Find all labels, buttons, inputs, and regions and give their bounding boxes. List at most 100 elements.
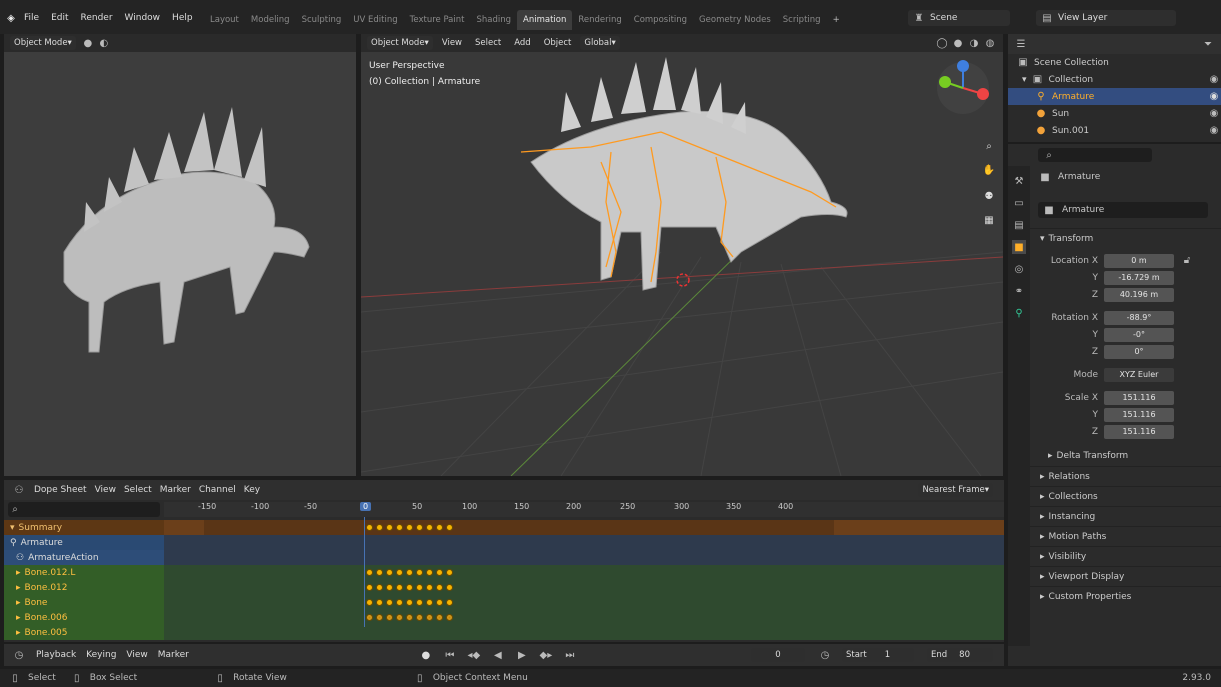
keyframe[interactable] [386, 584, 393, 591]
menu-view[interactable]: View [438, 36, 466, 50]
jump-end-icon[interactable]: ⏭ [563, 648, 577, 662]
keyframe[interactable] [446, 614, 453, 621]
channel-action[interactable]: ⚇ ArmatureAction [4, 550, 1004, 565]
keyframe[interactable] [376, 614, 383, 621]
collapsed-arrow-icon[interactable]: ▸ [16, 598, 21, 608]
rotation-y-field[interactable]: -0° [1104, 327, 1174, 342]
shading-wireframe-icon[interactable]: ◯ [935, 36, 949, 50]
keyframe[interactable] [366, 569, 373, 576]
jump-start-icon[interactable]: ⏮ [443, 648, 457, 662]
collapsed-arrow-icon[interactable]: ▸ [16, 613, 21, 623]
lock-icon[interactable]: 🔓︎ [1180, 254, 1194, 268]
ortho-toggle-icon[interactable]: ▦ [981, 212, 997, 228]
current-frame-indicator[interactable]: 0 [360, 502, 372, 511]
section-collections[interactable]: ▸ Collections [1030, 486, 1221, 506]
keyframe[interactable] [416, 614, 423, 621]
render-tab-icon[interactable]: ▭ [1012, 196, 1026, 210]
section-custom-properties[interactable]: ▸ Custom Properties [1030, 586, 1221, 606]
outliner-scene-collection[interactable]: ▣ Scene Collection [1008, 54, 1221, 71]
tab-scripting[interactable]: Scripting [777, 10, 827, 30]
tab-uv-editing[interactable]: UV Editing [347, 10, 403, 30]
tab-layout[interactable]: Layout [204, 10, 245, 30]
keyframe[interactable] [366, 584, 373, 591]
main-viewport[interactable]: Object Mode ▾ View Select Add Object Glo… [361, 34, 1003, 476]
output-tab-icon[interactable]: ▤ [1012, 218, 1026, 232]
menu-render[interactable]: Render [75, 8, 119, 28]
keyframe[interactable] [406, 584, 413, 591]
keyframe[interactable] [416, 524, 423, 531]
shading-material-icon[interactable]: ◑ [967, 36, 981, 50]
collapsed-arrow-icon[interactable]: ▸ [1048, 451, 1053, 461]
keyframe-block[interactable] [366, 520, 458, 621]
location-z-field[interactable]: 40.196 m [1104, 287, 1174, 302]
keyframe[interactable] [366, 614, 373, 621]
channel-bone-006[interactable]: ▸ Bone.006 [4, 610, 1004, 625]
section-visibility[interactable]: ▸ Visibility [1030, 546, 1221, 566]
keyframe[interactable] [386, 524, 393, 531]
properties-search[interactable]: ⌕ [1038, 148, 1152, 162]
rotation-mode-dropdown[interactable]: XYZ Euler [1104, 367, 1174, 382]
tab-geometry-nodes[interactable]: Geometry Nodes [693, 10, 777, 30]
tab-compositing[interactable]: Compositing [628, 10, 693, 30]
end-frame-field[interactable]: End 80 [927, 648, 993, 662]
rotation-z-field[interactable]: 0° [1104, 344, 1174, 359]
keyframe[interactable] [406, 569, 413, 576]
tl-menu-playback[interactable]: Playback [36, 650, 76, 660]
tab-sculpting[interactable]: Sculpting [296, 10, 348, 30]
keyframe[interactable] [366, 599, 373, 606]
play-reverse-icon[interactable]: ◀ [491, 648, 505, 662]
keyframe[interactable] [426, 599, 433, 606]
tab-shading[interactable]: Shading [470, 10, 517, 30]
collapsed-arrow-icon[interactable]: ▸ [1040, 512, 1045, 522]
left-overlay-icon[interactable]: ◐ [97, 36, 111, 50]
collapsed-arrow-icon[interactable]: ▸ [1040, 532, 1045, 542]
keyframe[interactable] [416, 584, 423, 591]
snap-mode-dropdown[interactable]: Nearest Frame ▾ [918, 483, 993, 497]
tl-menu-keying[interactable]: Keying [86, 650, 116, 660]
pan-hand-icon[interactable]: ✋ [981, 162, 997, 178]
rotation-x-field[interactable]: -88.9° [1104, 310, 1174, 325]
menu-file[interactable]: File [18, 8, 45, 28]
collapsed-arrow-icon[interactable]: ▸ [16, 568, 21, 578]
ds-menu-channel[interactable]: Channel [199, 485, 236, 495]
channel-bone-012[interactable]: ▸ Bone.012 [4, 580, 1004, 595]
frame-ruler[interactable]: -150 -100 -50 0 50 100 150 200 250 300 3… [164, 502, 1004, 517]
ds-menu-marker[interactable]: Marker [160, 485, 191, 495]
keyframe[interactable] [386, 569, 393, 576]
scale-x-field[interactable]: 151.116 [1104, 390, 1174, 405]
add-workspace-icon[interactable]: + [827, 10, 846, 30]
keyframe[interactable] [376, 584, 383, 591]
tool-tab-icon[interactable]: ⚒ [1012, 174, 1026, 188]
collapsed-arrow-icon[interactable]: ▸ [1040, 472, 1045, 482]
keyframe[interactable] [426, 569, 433, 576]
keyframe[interactable] [416, 569, 423, 576]
editor-type-icon[interactable]: ⚇ [12, 483, 26, 497]
shading-solid-icon[interactable]: ● [951, 36, 965, 50]
section-instancing[interactable]: ▸ Instancing [1030, 506, 1221, 526]
filter-icon[interactable]: ⏷ [1201, 37, 1215, 51]
keyframe[interactable] [436, 599, 443, 606]
summary-keyframes[interactable] [204, 520, 834, 535]
menu-object[interactable]: Object [540, 36, 576, 50]
keyframe[interactable] [396, 524, 403, 531]
editor-mode-dropdown[interactable]: Dope Sheet [34, 485, 87, 495]
section-viewport-display[interactable]: ▸ Viewport Display [1030, 566, 1221, 586]
blender-logo-icon[interactable]: ◈ [4, 11, 18, 25]
outliner-item-sun-001[interactable]: ● Sun.001 ◉ [1008, 122, 1221, 139]
menu-window[interactable]: Window [119, 8, 167, 28]
left-mode-selector[interactable]: Object Mode ▾ [10, 36, 76, 50]
keyframe[interactable] [436, 524, 443, 531]
keyframe[interactable] [416, 599, 423, 606]
visibility-eye-icon[interactable]: ◉ [1207, 90, 1221, 104]
playhead-line[interactable] [364, 517, 365, 627]
keyframe[interactable] [376, 524, 383, 531]
left-shading-solid-icon[interactable]: ● [81, 36, 95, 50]
timeline-editor-icon[interactable]: ◷ [12, 648, 26, 662]
collapsed-arrow-icon[interactable]: ▸ [1040, 572, 1045, 582]
menu-add[interactable]: Add [510, 36, 534, 50]
shading-rendered-icon[interactable]: ◍ [983, 36, 997, 50]
prev-key-icon[interactable]: ◂◆ [467, 648, 481, 662]
transform-header[interactable]: ▾ Transform [1030, 228, 1221, 248]
keyframe[interactable] [366, 524, 373, 531]
outliner-collection[interactable]: ▾ ▣ Collection ◉ [1008, 71, 1221, 88]
